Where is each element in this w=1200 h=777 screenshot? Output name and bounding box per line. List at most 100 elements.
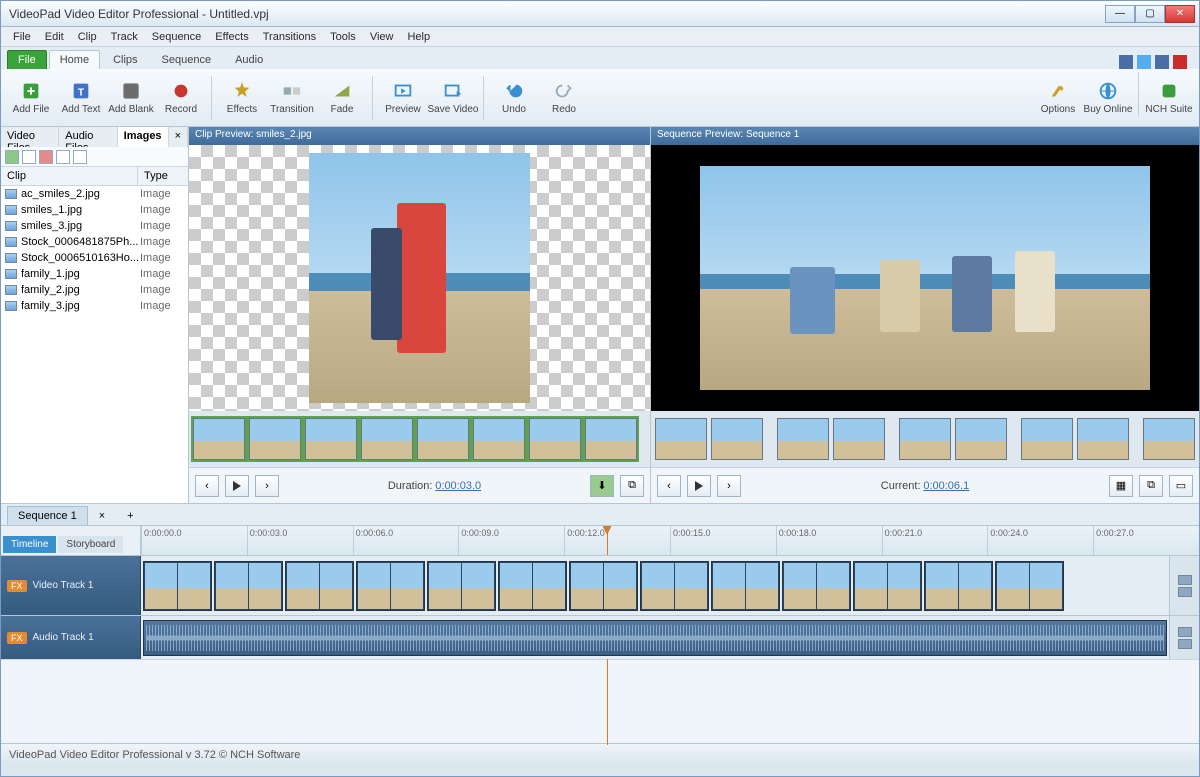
seq-snapshot-button[interactable]: ▦ bbox=[1109, 475, 1133, 497]
bin-header-type[interactable]: Type bbox=[138, 167, 188, 185]
seq-delete-button[interactable]: ▭ bbox=[1169, 475, 1193, 497]
sequence-preview-screen[interactable] bbox=[651, 145, 1199, 411]
video-clip[interactable] bbox=[143, 561, 212, 611]
bin-item[interactable]: smiles_3.jpgImage bbox=[1, 218, 188, 234]
video-clip[interactable] bbox=[711, 561, 780, 611]
bin-item[interactable]: family_3.jpgImage bbox=[1, 298, 188, 314]
video-clip[interactable] bbox=[782, 561, 851, 611]
undo-button[interactable]: Undo bbox=[490, 72, 538, 124]
minimize-button[interactable]: — bbox=[1105, 5, 1135, 23]
audio-track-content[interactable] bbox=[141, 616, 1169, 659]
video-clip[interactable] bbox=[924, 561, 993, 611]
filmstrip-thumb[interactable] bbox=[655, 418, 707, 460]
menu-transitions[interactable]: Transitions bbox=[257, 29, 322, 45]
track-lock-icon[interactable] bbox=[1178, 627, 1192, 637]
bin-tab-audio[interactable]: Audio Files bbox=[59, 127, 117, 147]
bin-close-icon[interactable]: × bbox=[169, 127, 188, 147]
buy-online-button[interactable]: Buy Online bbox=[1084, 72, 1132, 124]
sequence-add-button[interactable]: × bbox=[88, 506, 116, 525]
track-fx-badge[interactable]: FX bbox=[7, 632, 27, 644]
track-mute-icon[interactable] bbox=[1178, 587, 1192, 597]
ribbon-tab-audio[interactable]: Audio bbox=[224, 50, 274, 69]
gplus-icon[interactable] bbox=[1155, 55, 1169, 69]
video-clip[interactable] bbox=[356, 561, 425, 611]
bin-view-icon[interactable] bbox=[73, 150, 87, 164]
sequence-add-button[interactable]: + bbox=[116, 506, 144, 525]
video-track-content[interactable] bbox=[141, 556, 1169, 615]
filmstrip-thumb[interactable] bbox=[193, 418, 245, 460]
seq-next-button[interactable]: › bbox=[717, 475, 741, 497]
menu-effects[interactable]: Effects bbox=[209, 29, 254, 45]
track-fx-badge[interactable]: FX bbox=[7, 580, 27, 592]
bin-header-clip[interactable]: Clip bbox=[1, 167, 138, 185]
seq-prev-button[interactable]: ‹ bbox=[657, 475, 681, 497]
bin-add-icon[interactable] bbox=[5, 150, 19, 164]
video-clip[interactable] bbox=[427, 561, 496, 611]
bin-item[interactable]: smiles_1.jpgImage bbox=[1, 202, 188, 218]
preview-button[interactable]: Preview bbox=[379, 72, 427, 124]
video-track-header[interactable]: FX Video Track 1 bbox=[1, 556, 141, 615]
menu-view[interactable]: View bbox=[364, 29, 400, 45]
video-clip[interactable] bbox=[498, 561, 567, 611]
fade-button[interactable]: Fade bbox=[318, 72, 366, 124]
save-video-button[interactable]: Save Video bbox=[429, 72, 477, 124]
clip-out-button[interactable]: ⧉ bbox=[620, 475, 644, 497]
bin-item[interactable]: family_2.jpgImage bbox=[1, 282, 188, 298]
video-clip[interactable] bbox=[995, 561, 1064, 611]
seq-current-value[interactable]: 0:00:06.1 bbox=[923, 480, 969, 492]
filmstrip-thumb[interactable] bbox=[833, 418, 885, 460]
filmstrip-thumb[interactable] bbox=[1143, 418, 1195, 460]
filmstrip-thumb[interactable] bbox=[473, 418, 525, 460]
ribbon-tab-home[interactable]: Home bbox=[49, 50, 100, 69]
audio-clip[interactable] bbox=[143, 620, 1167, 656]
filmstrip-thumb[interactable] bbox=[711, 418, 763, 460]
bin-tab-images[interactable]: Images bbox=[118, 127, 169, 147]
ribbon-file-button[interactable]: File bbox=[7, 50, 47, 69]
filmstrip-thumb[interactable] bbox=[249, 418, 301, 460]
filmstrip-thumb[interactable] bbox=[305, 418, 357, 460]
video-clip[interactable] bbox=[640, 561, 709, 611]
seq-split-button[interactable]: ⧉ bbox=[1139, 475, 1163, 497]
close-button[interactable]: ✕ bbox=[1165, 5, 1195, 23]
filmstrip-thumb[interactable] bbox=[1077, 418, 1129, 460]
clip-play-button[interactable] bbox=[225, 475, 249, 497]
bin-item[interactable]: ac_smiles_2.jpgImage bbox=[1, 186, 188, 202]
filmstrip-thumb[interactable] bbox=[777, 418, 829, 460]
menu-help[interactable]: Help bbox=[401, 29, 436, 45]
clip-next-button[interactable]: › bbox=[255, 475, 279, 497]
menu-tools[interactable]: Tools bbox=[324, 29, 362, 45]
filmstrip-thumb[interactable] bbox=[417, 418, 469, 460]
bin-item[interactable]: Stock_0006510163Ho...Image bbox=[1, 250, 188, 266]
clip-prev-button[interactable]: ‹ bbox=[195, 475, 219, 497]
filmstrip-thumb[interactable] bbox=[1021, 418, 1073, 460]
menu-edit[interactable]: Edit bbox=[39, 29, 70, 45]
facebook-icon[interactable] bbox=[1119, 55, 1133, 69]
menu-track[interactable]: Track bbox=[105, 29, 144, 45]
filmstrip-thumb[interactable] bbox=[899, 418, 951, 460]
clip-preview-screen[interactable] bbox=[189, 145, 650, 411]
maximize-button[interactable]: ▢ bbox=[1135, 5, 1165, 23]
timeline-view-button[interactable]: Timeline bbox=[3, 536, 56, 553]
audio-track-header[interactable]: FX Audio Track 1 bbox=[1, 616, 141, 659]
add-blank-button[interactable]: Add Blank bbox=[107, 72, 155, 124]
sequence-tab[interactable]: Sequence 1 bbox=[7, 506, 88, 525]
filmstrip-thumb[interactable] bbox=[585, 418, 637, 460]
bin-action-icon[interactable] bbox=[22, 150, 36, 164]
options-button[interactable]: Options bbox=[1034, 72, 1082, 124]
menu-clip[interactable]: Clip bbox=[72, 29, 103, 45]
video-clip[interactable] bbox=[569, 561, 638, 611]
bin-delete-icon[interactable] bbox=[39, 150, 53, 164]
filmstrip-thumb[interactable] bbox=[955, 418, 1007, 460]
ribbon-tab-clips[interactable]: Clips bbox=[102, 50, 148, 69]
youtube-icon[interactable] bbox=[1173, 55, 1187, 69]
ribbon-tab-sequence[interactable]: Sequence bbox=[151, 50, 223, 69]
video-clip[interactable] bbox=[285, 561, 354, 611]
add-file-button[interactable]: Add File bbox=[7, 72, 55, 124]
menu-file[interactable]: File bbox=[7, 29, 37, 45]
filmstrip-thumb[interactable] bbox=[361, 418, 413, 460]
storyboard-view-button[interactable]: Storyboard bbox=[58, 536, 123, 553]
twitter-icon[interactable] bbox=[1137, 55, 1151, 69]
add-text-button[interactable]: TAdd Text bbox=[57, 72, 105, 124]
redo-button[interactable]: Redo bbox=[540, 72, 588, 124]
nch-suite-button[interactable]: NCH Suite bbox=[1145, 72, 1193, 124]
